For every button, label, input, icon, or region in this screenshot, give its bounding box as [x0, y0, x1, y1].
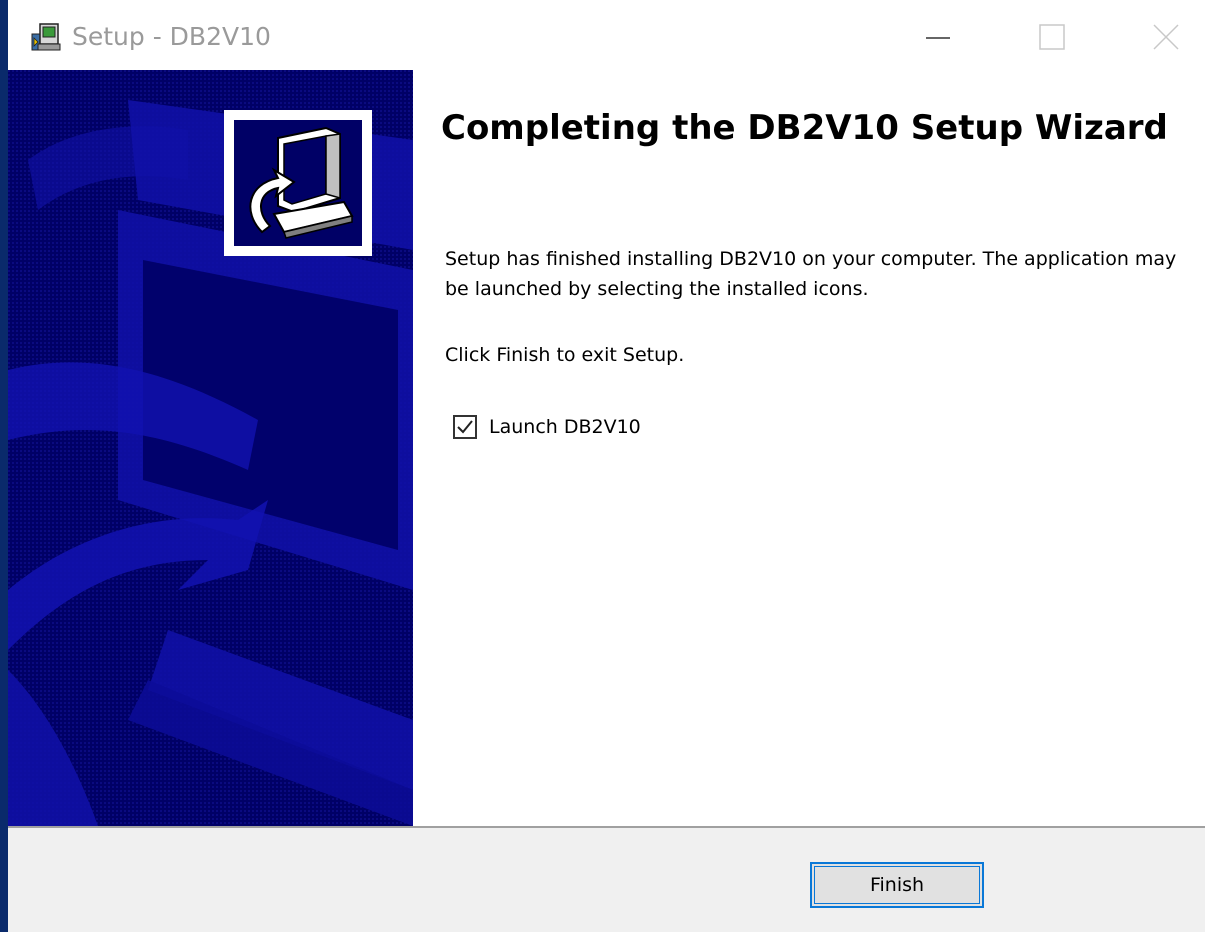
launch-checkbox[interactable]	[453, 415, 477, 439]
minimize-button[interactable]	[908, 14, 968, 60]
maximize-button[interactable]	[1022, 14, 1082, 60]
computer-install-icon	[249, 126, 354, 239]
wizard-footer: Finish	[8, 828, 1205, 932]
launch-checkbox-row[interactable]: Launch DB2V10	[453, 412, 641, 442]
exit-instruction: Click Finish to exit Setup.	[445, 344, 685, 366]
finish-message: Setup has finished installing DB2V10 on …	[445, 248, 1177, 300]
minimize-icon	[926, 37, 950, 39]
finish-button[interactable]: Finish	[810, 862, 984, 908]
title-bar[interactable]: Setup - DB2V10	[8, 0, 1205, 70]
setup-window: Setup - DB2V10 Completing the DB2V10 Set…	[0, 0, 1205, 932]
window-left-edge	[0, 0, 8, 932]
maximize-icon	[1039, 24, 1065, 50]
page-title: Completing the DB2V10 Setup Wizard	[441, 108, 1168, 148]
wizard-content: Completing the DB2V10 Setup Wizard Setup…	[413, 70, 1205, 826]
setup-installer-icon	[30, 20, 62, 54]
checkmark-icon	[457, 420, 473, 434]
launch-checkbox-label[interactable]: Launch DB2V10	[489, 416, 641, 438]
close-button[interactable]	[1136, 14, 1196, 60]
window-title: Setup - DB2V10	[72, 22, 271, 51]
wizard-banner	[8, 70, 413, 826]
banner-logo	[224, 110, 372, 256]
close-icon	[1153, 24, 1179, 50]
